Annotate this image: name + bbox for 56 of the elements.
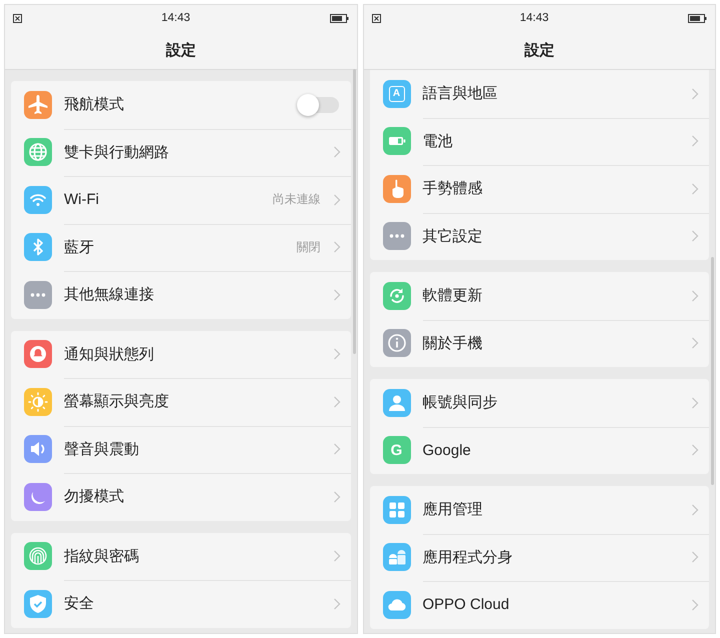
chevron-icon (691, 504, 699, 516)
chevron-icon (691, 135, 699, 148)
chevron-icon (332, 550, 340, 562)
chevron-icon (332, 288, 340, 301)
status-time: 14:43 (520, 12, 549, 24)
setting-label[interactable]: 勿擾模式 (64, 487, 320, 506)
setting-label[interactable]: 關於手機 (422, 334, 679, 353)
setting-label[interactable]: OPPO Cloud (422, 596, 679, 614)
setting-label: 飛航模式 (64, 95, 125, 114)
chevron-icon (332, 146, 340, 158)
setting-label[interactable]: 帳號與同步 (422, 393, 679, 412)
chevron-icon (691, 182, 699, 195)
setting-label[interactable]: 通知與狀態列 (64, 344, 320, 364)
setting-label[interactable]: Wi-Fi (64, 191, 260, 208)
chevron-icon (691, 230, 699, 242)
setting-value: 關閉 (296, 238, 320, 256)
chevron-icon (691, 290, 699, 302)
setting-value: 尚未連線 (272, 191, 320, 208)
letter-icon: A (382, 80, 410, 108)
chevron-icon (691, 337, 699, 350)
setting-label[interactable]: 電池 (422, 132, 679, 151)
setting-label[interactable]: 指紋與密碼 (64, 546, 320, 566)
chevron-icon (332, 396, 340, 408)
setting-label[interactable]: 應用管理 (422, 500, 679, 520)
chevron-icon (691, 444, 699, 456)
screen-title: 設定 (524, 40, 554, 60)
no-sim-icon (372, 14, 380, 22)
setting-label[interactable]: 安全 (64, 594, 320, 614)
chevron-icon (332, 443, 340, 456)
setting-label[interactable]: 螢幕顯示與亮度 (64, 392, 320, 412)
setting-label[interactable]: 軟體更新 (422, 286, 679, 306)
setting-label[interactable]: 雙卡與行動網路 (64, 142, 320, 162)
screen-title: 設定 (166, 40, 196, 60)
chevron-icon (691, 88, 699, 100)
chevron-icon (332, 348, 340, 360)
chevron-icon (691, 598, 699, 611)
chevron-icon (332, 598, 340, 610)
toggle-switch[interactable] (298, 96, 338, 113)
chevron-icon (332, 490, 340, 503)
setting-label[interactable]: 手勢體感 (422, 179, 679, 198)
status-time: 14:43 (161, 12, 190, 24)
chevron-icon (332, 194, 340, 206)
setting-label[interactable]: 其他無線連接 (64, 285, 320, 304)
setting-label[interactable]: 應用程式分身 (422, 548, 679, 567)
chevron-icon (332, 241, 340, 254)
letter-icon: G (382, 436, 410, 464)
setting-label[interactable]: 其它設定 (422, 226, 679, 246)
setting-label[interactable]: 語言與地區 (422, 84, 679, 104)
chevron-icon (691, 551, 699, 564)
setting-label[interactable]: 聲音與震動 (64, 440, 320, 459)
no-sim-icon (13, 14, 22, 22)
battery-icon (688, 14, 707, 22)
chevron-icon (691, 396, 699, 409)
setting-label[interactable]: 藍牙 (64, 238, 284, 257)
setting-label[interactable]: Google (422, 442, 679, 459)
battery-icon (330, 14, 348, 22)
